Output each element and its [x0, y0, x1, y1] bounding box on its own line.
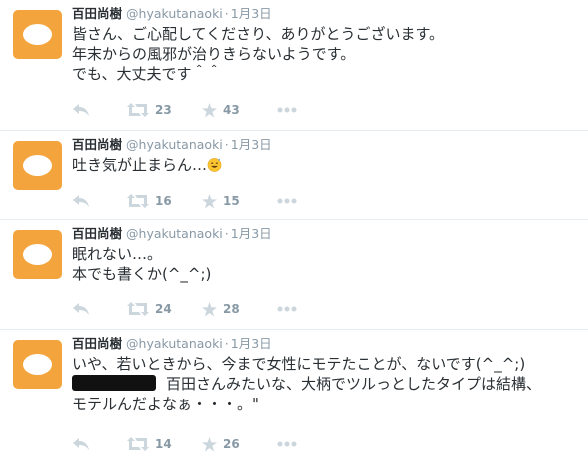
- reply-button[interactable]: [72, 435, 90, 453]
- tweet[interactable]: 百田尚樹 @hyakutanaoki · 1月3日 吐き気が止まらん… 16 15: [0, 131, 588, 220]
- tweet-text-line: でも、大丈夫です＾＾: [72, 65, 222, 83]
- tweet-actions: 23 43: [72, 101, 372, 119]
- ellipsis-icon: [277, 107, 297, 113]
- author-handle[interactable]: @hyakutanaoki: [126, 226, 223, 241]
- separator-dot: ·: [224, 336, 229, 351]
- tweet-timestamp[interactable]: 1月3日: [231, 226, 272, 241]
- ellipsis-icon: [277, 198, 297, 204]
- retweet-icon: [127, 103, 149, 117]
- retweet-button[interactable]: 14: [127, 435, 172, 453]
- tweet-timeline: 百田尚樹 @hyakutanaoki · 1月3日 皆さん、ご心配してくださり、ありが…: [0, 0, 588, 454]
- tweet-header: 百田尚樹 @hyakutanaoki · 1月3日: [72, 226, 272, 242]
- tweet-text: いや、若いときから、今まで女性にモテたことが、ないです(^_^;) 百田さんみた…: [72, 354, 584, 414]
- more-button[interactable]: [277, 101, 297, 119]
- more-button[interactable]: [277, 300, 297, 318]
- tweet-header: 百田尚樹 @hyakutanaoki · 1月3日: [72, 336, 272, 352]
- tweet-text-line: 眠れない…。: [72, 245, 163, 263]
- separator-dot: ·: [224, 6, 229, 21]
- reply-button[interactable]: [72, 101, 90, 119]
- tweet-header: 百田尚樹 @hyakutanaoki · 1月3日: [72, 6, 272, 22]
- tweet-header: 百田尚樹 @hyakutanaoki · 1月3日: [72, 137, 272, 153]
- ellipsis-icon: [277, 441, 297, 447]
- author-name[interactable]: 百田尚樹: [72, 137, 122, 152]
- tweet-text-content: 吐き気が止まらん…: [72, 156, 208, 174]
- separator-dot: ·: [224, 226, 229, 241]
- tweet-actions: 14 26: [72, 435, 372, 453]
- tweet-text-line: 吐き気が止まらん…: [72, 155, 584, 175]
- author-name[interactable]: 百田尚樹: [72, 226, 122, 241]
- star-icon: [202, 193, 217, 208]
- retweet-icon: [127, 194, 149, 208]
- tweet-actions: 16 15: [72, 192, 372, 210]
- reply-arrow-icon: [73, 438, 89, 450]
- star-icon: [202, 436, 217, 451]
- retweet-count: 14: [155, 437, 172, 451]
- retweet-count: 23: [155, 103, 172, 117]
- tweet-timestamp[interactable]: 1月3日: [231, 336, 272, 351]
- retweet-icon: [127, 437, 149, 451]
- favorite-button[interactable]: 43: [202, 101, 240, 119]
- favorite-count: 43: [223, 103, 240, 117]
- author-name[interactable]: 百田尚樹: [72, 336, 122, 351]
- avatar[interactable]: [13, 340, 62, 389]
- star-icon: [202, 301, 217, 316]
- author-handle[interactable]: @hyakutanaoki: [126, 336, 223, 351]
- reply-arrow-icon: [73, 195, 89, 207]
- reply-arrow-icon: [73, 104, 89, 116]
- tweet-text: 吐き気が止まらん…: [72, 155, 584, 175]
- favorite-count: 28: [223, 302, 240, 316]
- retweet-count: 24: [155, 302, 172, 316]
- author-name[interactable]: 百田尚樹: [72, 6, 122, 21]
- favorite-button[interactable]: 28: [202, 300, 240, 318]
- author-handle[interactable]: @hyakutanaoki: [126, 137, 223, 152]
- avatar[interactable]: [13, 230, 62, 279]
- favorite-count: 15: [223, 194, 240, 208]
- avatar[interactable]: [13, 10, 62, 59]
- tweet-text-line: モテルんだよなぁ・・・。": [72, 395, 259, 413]
- more-button[interactable]: [277, 435, 297, 453]
- egg-icon: [23, 354, 52, 375]
- retweet-button[interactable]: 23: [127, 101, 172, 119]
- author-handle[interactable]: @hyakutanaoki: [126, 6, 223, 21]
- avatar[interactable]: [13, 141, 62, 190]
- sweat-smile-emoji-icon: [207, 158, 222, 172]
- tweet-text: 皆さん、ご心配してくださり、ありがとうございます。 年末からの風邪が治りきらない…: [72, 24, 584, 84]
- tweet-text-line: 年末からの風邪が治りきらないようです。: [72, 45, 356, 63]
- retweet-button[interactable]: 16: [127, 192, 172, 210]
- retweet-icon: [127, 302, 149, 316]
- favorite-count: 26: [223, 437, 240, 451]
- tweet-actions: 24 28: [72, 300, 372, 318]
- retweet-count: 16: [155, 194, 172, 208]
- egg-icon: [23, 24, 52, 45]
- reply-button[interactable]: [72, 300, 90, 318]
- tweet-timestamp[interactable]: 1月3日: [231, 6, 272, 21]
- separator-dot: ·: [224, 137, 229, 152]
- tweet-text-line: いや、若いときから、今まで女性にモテたことが、ないです(^_^;): [72, 355, 526, 373]
- ellipsis-icon: [277, 306, 297, 312]
- egg-icon: [23, 155, 52, 176]
- retweet-button[interactable]: 24: [127, 300, 172, 318]
- egg-icon: [23, 244, 52, 265]
- redacted-block: [72, 375, 156, 391]
- tweet-text-line: 本でも書くか(^_^;): [72, 265, 212, 283]
- tweet[interactable]: 百田尚樹 @hyakutanaoki · 1月3日 いや、若いときから、今まで女性にモ…: [0, 330, 588, 454]
- tweet[interactable]: 百田尚樹 @hyakutanaoki · 1月3日 皆さん、ご心配してくださり、ありが…: [0, 0, 588, 131]
- reply-button[interactable]: [72, 192, 90, 210]
- tweet-text-line: 百田さんみたいな、大柄でツルっとしたタイプは結構、: [72, 374, 584, 394]
- tweet-text: 眠れない…。 本でも書くか(^_^;): [72, 244, 584, 284]
- favorite-button[interactable]: 26: [202, 435, 240, 453]
- tweet-text-line: 皆さん、ご心配してくださり、ありがとうございます。: [72, 25, 445, 43]
- favorite-button[interactable]: 15: [202, 192, 240, 210]
- star-icon: [202, 102, 217, 117]
- more-button[interactable]: [277, 192, 297, 210]
- tweet-text-content: 百田さんみたいな、大柄でツルっとしたタイプは結構、: [166, 375, 542, 393]
- tweet-timestamp[interactable]: 1月3日: [231, 137, 272, 152]
- tweet[interactable]: 百田尚樹 @hyakutanaoki · 1月3日 眠れない…。 本でも書くか(^_^…: [0, 220, 588, 330]
- reply-arrow-icon: [73, 303, 89, 315]
